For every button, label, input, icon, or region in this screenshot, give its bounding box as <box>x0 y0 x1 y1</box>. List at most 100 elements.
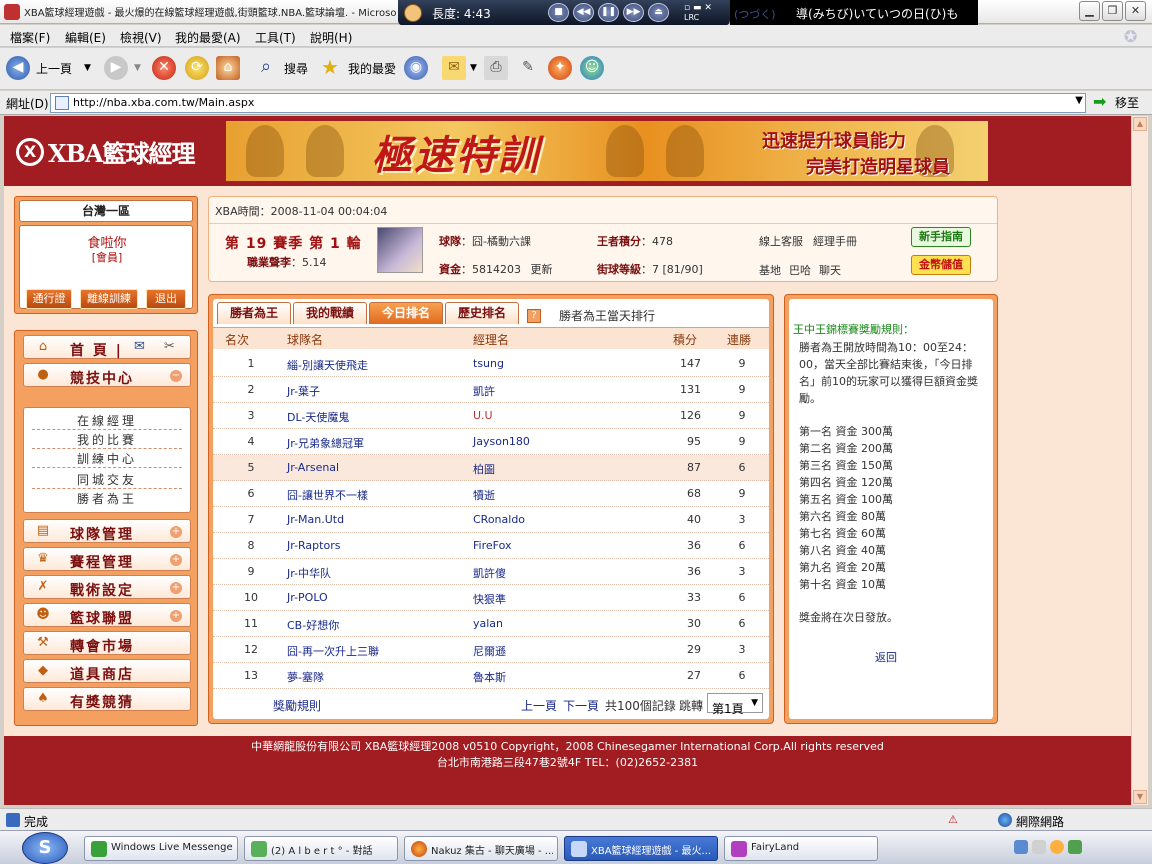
restore-button[interactable]: ❐ <box>1102 1 1123 21</box>
forward-button[interactable]: ▶▶ <box>623 3 644 22</box>
address-dropdown-icon[interactable]: ▼ <box>1075 95 1083 106</box>
link-base[interactable]: 基地 <box>759 262 781 278</box>
flash-button[interactable]: ✦ <box>548 56 572 80</box>
help-icon[interactable]: ? <box>527 309 541 323</box>
manager-name-link[interactable]: 柏圖 <box>473 461 495 477</box>
manager-name-link[interactable]: U.U <box>473 409 493 422</box>
passport-button[interactable]: 通行證 <box>26 289 72 309</box>
expand-icon[interactable]: + <box>170 582 182 594</box>
nav-league[interactable]: ☻ 籃球聯盟 + <box>23 603 191 627</box>
tray-messenger-icon[interactable] <box>1068 840 1082 854</box>
favorites-button[interactable]: ★ 我的最愛 <box>318 56 396 80</box>
search-button[interactable]: ⌕ 搜尋 <box>254 56 308 80</box>
site-logo[interactable]: X XBA籃球經理 <box>16 134 196 169</box>
start-button[interactable]: S <box>22 832 68 864</box>
subnav-training-center[interactable]: 訓練中心 <box>32 450 182 468</box>
nav-schedule[interactable]: ♛ 賽程管理 + <box>23 547 191 571</box>
rules-link[interactable]: 獎勵規則 <box>273 697 321 714</box>
prev-page-link[interactable]: 上一頁 <box>521 697 557 714</box>
minimize-button[interactable]: ▁ <box>1079 1 1100 21</box>
manager-name-link[interactable]: 尼爾遜 <box>473 643 506 659</box>
tab-my-record[interactable]: 我的戰績 <box>293 302 367 324</box>
task-messenger[interactable]: Windows Live Messenger <box>84 836 238 861</box>
tab-winner-king[interactable]: 勝者為王 <box>217 302 291 324</box>
nav-transfer-market[interactable]: ⚒ 轉會市場 <box>23 631 191 655</box>
manager-name-link[interactable]: 快狠準 <box>473 591 506 607</box>
mail-button[interactable]: ✉ ▼ <box>442 56 477 80</box>
menu-help[interactable]: 說明(H) <box>310 29 352 46</box>
tools-icon[interactable]: ✂ <box>164 339 175 354</box>
manager-avatar[interactable] <box>377 227 423 273</box>
subnav-my-matches[interactable]: 我的比賽 <box>32 431 182 449</box>
next-page-link[interactable]: 下一頁 <box>563 697 599 714</box>
back-dropdown-icon[interactable]: ▼ <box>84 63 91 73</box>
menu-tools[interactable]: 工具(T) <box>255 29 296 46</box>
manager-name-link[interactable]: yalan <box>473 617 503 630</box>
manager-name-link[interactable]: 凱許傻 <box>473 565 506 581</box>
link-online-support[interactable]: 線上客服 <box>759 233 803 249</box>
expand-icon[interactable]: + <box>170 554 182 566</box>
close-button[interactable]: ✕ <box>1125 1 1146 21</box>
forward-button[interactable]: ▶ ▼ <box>104 56 141 80</box>
eject-button[interactable]: ⏏ <box>648 3 669 22</box>
media-button[interactable]: ◉ <box>404 56 428 80</box>
task-chat-window[interactable]: (2) A l b e r t ° - 對話 <box>244 836 398 861</box>
menu-edit[interactable]: 編輯(E) <box>65 29 106 46</box>
link-bahamut[interactable]: 巴哈 <box>789 262 811 278</box>
forward-dropdown-icon[interactable]: ▼ <box>134 63 141 73</box>
team-name-link[interactable]: 囧-再一次升上三聯 <box>287 643 379 659</box>
logout-button[interactable]: 退出 <box>146 289 186 309</box>
manager-name-link[interactable]: tsung <box>473 357 504 370</box>
home-button[interactable]: ⌂ <box>216 56 240 80</box>
task-fairyland[interactable]: FairyLand <box>724 836 878 861</box>
stop-page-button[interactable]: ✕ <box>152 56 176 80</box>
network-icon[interactable] <box>1014 840 1028 854</box>
tab-history-ranking[interactable]: 歷史排名 <box>445 302 519 324</box>
menu-favorites[interactable]: 我的最愛(A) <box>175 29 241 46</box>
back-link[interactable]: 返回 <box>875 649 897 665</box>
team-name-link[interactable]: 夢-塞隊 <box>287 669 324 685</box>
offline-training-button[interactable]: 離線訓練 <box>80 289 138 309</box>
team-name-link[interactable]: Jr-Raptors <box>287 539 340 552</box>
refresh-button[interactable]: ⟳ <box>185 56 209 80</box>
newbie-guide-button[interactable]: 新手指南 <box>911 227 971 247</box>
tab-today-ranking[interactable]: 今日排名 <box>369 302 443 324</box>
page-scrollbar[interactable]: ▲ ▼ <box>1131 116 1148 805</box>
scroll-down-icon[interactable]: ▼ <box>1133 790 1147 804</box>
nav-competition[interactable]: ● 競技中心 − <box>23 363 191 387</box>
pause-button[interactable]: ❚❚ <box>598 3 619 22</box>
mini-window-buttons-icon[interactable]: ▫ ▬ ✕ <box>684 3 712 13</box>
team-name-link[interactable]: CB-好想你 <box>287 617 339 633</box>
nav-team-management[interactable]: ▤ 球隊管理 + <box>23 519 191 543</box>
nav-home[interactable]: ⌂ 首 頁 | ✉ ✂ <box>23 335 191 359</box>
team-name-link[interactable]: Jr-Man.Utd <box>287 513 344 526</box>
stop-button[interactable]: ■ <box>548 3 569 22</box>
tray-app-icon[interactable] <box>1032 840 1046 854</box>
manager-name-link[interactable]: CRonaldo <box>473 513 525 526</box>
back-button[interactable]: ◀ 上一頁 ▼ <box>6 56 91 80</box>
nav-item-shop[interactable]: ◆ 道具商店 <box>23 659 191 683</box>
expand-icon[interactable]: + <box>170 526 182 538</box>
mail-dropdown-icon[interactable]: ▼ <box>470 63 477 73</box>
expand-icon[interactable]: + <box>170 610 182 622</box>
gold-topup-button[interactable]: 金幣儲值 <box>911 255 971 275</box>
subnav-online-managers[interactable]: 在線經理 <box>32 412 182 430</box>
collapse-icon[interactable]: − <box>170 370 182 382</box>
task-xba-ie[interactable]: XBA籃球經理遊戲 - 最火... <box>564 836 718 861</box>
team-name-link[interactable]: 囧-讓世界不一樣 <box>287 487 368 503</box>
mail-icon[interactable]: ✉ <box>134 339 145 354</box>
manager-name-link[interactable]: 犢逝 <box>473 487 495 503</box>
team-name-link[interactable]: DL-天使魔鬼 <box>287 409 349 425</box>
address-input[interactable]: http://nba.xba.com.tw/Main.aspx ▼ <box>50 93 1086 113</box>
team-name-link[interactable]: Jr-Arsenal <box>287 461 339 474</box>
nav-prize-quiz[interactable]: ♠ 有獎競猜 <box>23 687 191 711</box>
rewind-button[interactable]: ◀◀ <box>573 3 594 22</box>
team-name-link[interactable]: Jr-中华队 <box>287 565 331 581</box>
team-name-link[interactable]: 緇-別讓天使飛走 <box>287 357 368 373</box>
task-firefox[interactable]: Nakuz 集古 - 聊天廣場 - ... <box>404 836 558 861</box>
scroll-up-icon[interactable]: ▲ <box>1133 117 1147 131</box>
print-button[interactable]: ⎙ <box>484 56 508 80</box>
menu-view[interactable]: 檢視(V) <box>120 29 162 46</box>
manager-name-link[interactable]: 魯本斯 <box>473 669 506 685</box>
subnav-winner-king[interactable]: 勝者為王 <box>32 490 182 508</box>
